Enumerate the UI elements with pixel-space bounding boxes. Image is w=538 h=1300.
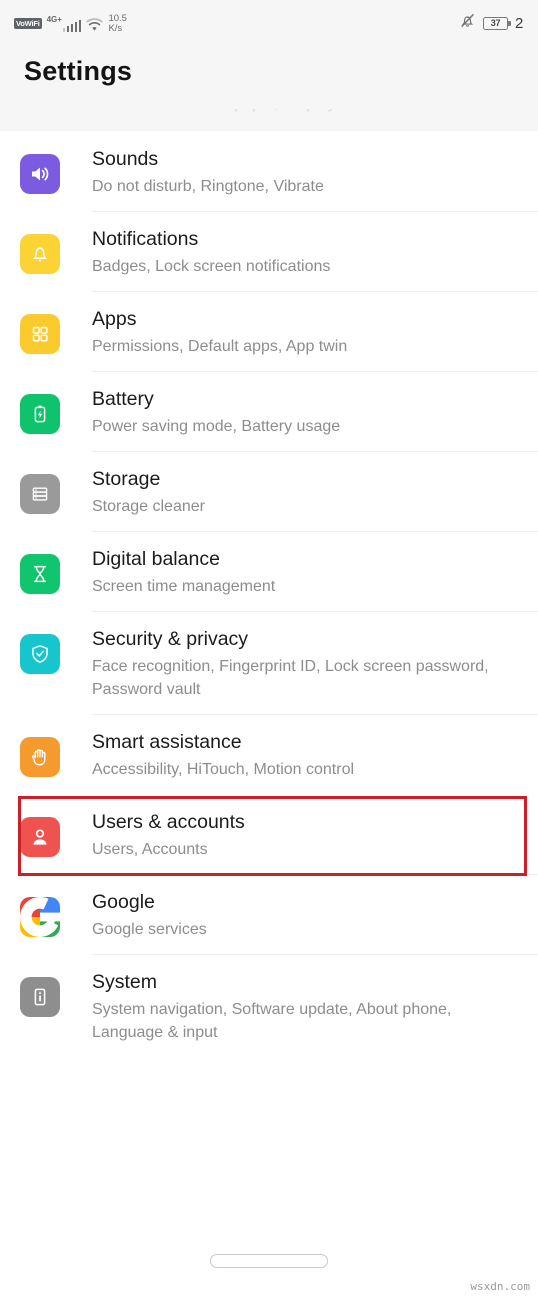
battery-charging-icon xyxy=(20,394,60,434)
settings-screen: VoWiFi 4G+ 10.5 K/s 37 2 Settings Sounds… xyxy=(0,0,538,1300)
signal-bars-icon: 4G+ xyxy=(47,15,82,32)
list-item-sounds[interactable]: Sounds Do not disturb, Ringtone, Vibrate xyxy=(0,131,538,211)
list-item-text: Security & privacy Face recognition, Fin… xyxy=(92,625,512,701)
home-gesture-pill[interactable] xyxy=(210,1254,328,1268)
page-title: Settings xyxy=(24,56,133,86)
list-item-storage[interactable]: Storage Storage cleaner xyxy=(0,451,538,531)
list-item-subtitle: Do not disturb, Ringtone, Vibrate xyxy=(92,178,324,195)
google-g-icon xyxy=(20,897,60,937)
bell-icon xyxy=(20,234,60,274)
list-item-subtitle: Screen time management xyxy=(92,578,276,595)
list-item-users-accounts[interactable]: Users & accounts Users, Accounts xyxy=(0,794,538,876)
clock: 2 xyxy=(515,14,524,32)
list-item-digital-balance[interactable]: Digital balance Screen time management xyxy=(0,531,538,611)
clipped-list-item-subtitle: Home screen & wallpaper, Display xyxy=(92,109,336,113)
settings-list: Sounds Do not disturb, Ringtone, Vibrate… xyxy=(0,131,538,1057)
list-item-subtitle: Storage cleaner xyxy=(92,498,205,515)
status-bar-left: VoWiFi 4G+ 10.5 K/s xyxy=(14,13,127,34)
wifi-icon xyxy=(86,18,103,32)
list-item-system[interactable]: System System navigation, Software updat… xyxy=(0,954,538,1057)
network-speed: 10.5 K/s xyxy=(108,13,127,34)
list-item-text: Digital balance Screen time management xyxy=(92,545,275,598)
list-item-title: Sounds xyxy=(92,148,159,170)
hourglass-icon xyxy=(20,554,60,594)
list-item-title: Notifications xyxy=(92,228,199,250)
list-item-security-privacy[interactable]: Security & privacy Face recognition, Fin… xyxy=(0,611,538,714)
phone-info-icon xyxy=(20,977,60,1017)
list-item-notifications[interactable]: Notifications Badges, Lock screen notifi… xyxy=(0,211,538,291)
list-item-subtitle: Accessibility, HiTouch, Motion control xyxy=(92,761,355,778)
list-item-title: Apps xyxy=(92,308,137,330)
list-item-text: Battery Power saving mode, Battery usage xyxy=(92,385,340,438)
list-item-title: System xyxy=(92,971,158,993)
hand-icon xyxy=(20,737,60,777)
list-item-subtitle: Google services xyxy=(92,921,207,938)
list-item-text: Notifications Badges, Lock screen notifi… xyxy=(92,225,330,278)
status-bar-right: 37 2 xyxy=(459,12,524,34)
list-item-title: Digital balance xyxy=(92,548,220,570)
page-header: Settings xyxy=(0,46,538,109)
list-item-apps[interactable]: Apps Permissions, Default apps, App twin xyxy=(0,291,538,371)
list-item-title: Battery xyxy=(92,388,154,410)
list-item-subtitle: Badges, Lock screen notifications xyxy=(92,258,331,275)
list-item-text: Smart assistance Accessibility, HiTouch,… xyxy=(92,728,354,781)
list-item-smart-assistance[interactable]: Smart assistance Accessibility, HiTouch,… xyxy=(0,714,538,794)
list-item-subtitle: Permissions, Default apps, App twin xyxy=(92,338,348,355)
list-item-title: Google xyxy=(92,891,155,913)
storage-disks-icon xyxy=(20,474,60,514)
list-item-text: Storage Storage cleaner xyxy=(92,465,205,518)
list-item-text: System System navigation, Software updat… xyxy=(92,968,512,1044)
speaker-volume-icon xyxy=(20,154,60,194)
list-item-text: Google Google services xyxy=(92,888,207,941)
user-account-icon xyxy=(20,817,60,857)
watermark: wsxdn.com xyxy=(470,1280,530,1293)
list-item-subtitle: Face recognition, Fingerprint ID, Lock s… xyxy=(92,658,489,698)
list-item-subtitle: Power saving mode, Battery usage xyxy=(92,418,341,435)
shield-check-icon xyxy=(20,634,60,674)
list-item-battery[interactable]: Battery Power saving mode, Battery usage xyxy=(0,371,538,451)
grid-apps-icon xyxy=(20,314,60,354)
clipped-list-item[interactable]: Home screen & wallpaper, Display xyxy=(0,109,538,131)
battery-icon: 37 xyxy=(483,16,511,30)
list-item-title: Users & accounts xyxy=(92,811,245,833)
list-item-text: Users & accounts Users, Accounts xyxy=(92,808,245,861)
list-item-subtitle: Users, Accounts xyxy=(92,841,208,858)
volte-icon: VoWiFi xyxy=(14,18,42,29)
list-item-text: Sounds Do not disturb, Ringtone, Vibrate xyxy=(92,145,324,198)
status-bar: VoWiFi 4G+ 10.5 K/s 37 2 xyxy=(0,0,538,46)
navigation-bar xyxy=(0,1222,538,1300)
list-item-subtitle: System navigation, Software update, Abou… xyxy=(92,1001,452,1041)
bell-off-icon xyxy=(459,12,476,34)
list-item-text: Apps Permissions, Default apps, App twin xyxy=(92,305,347,358)
list-item-title: Storage xyxy=(92,468,161,490)
list-item-title: Smart assistance xyxy=(92,731,242,753)
list-item-google[interactable]: Google Google services xyxy=(0,874,538,954)
list-item-title: Security & privacy xyxy=(92,628,249,650)
